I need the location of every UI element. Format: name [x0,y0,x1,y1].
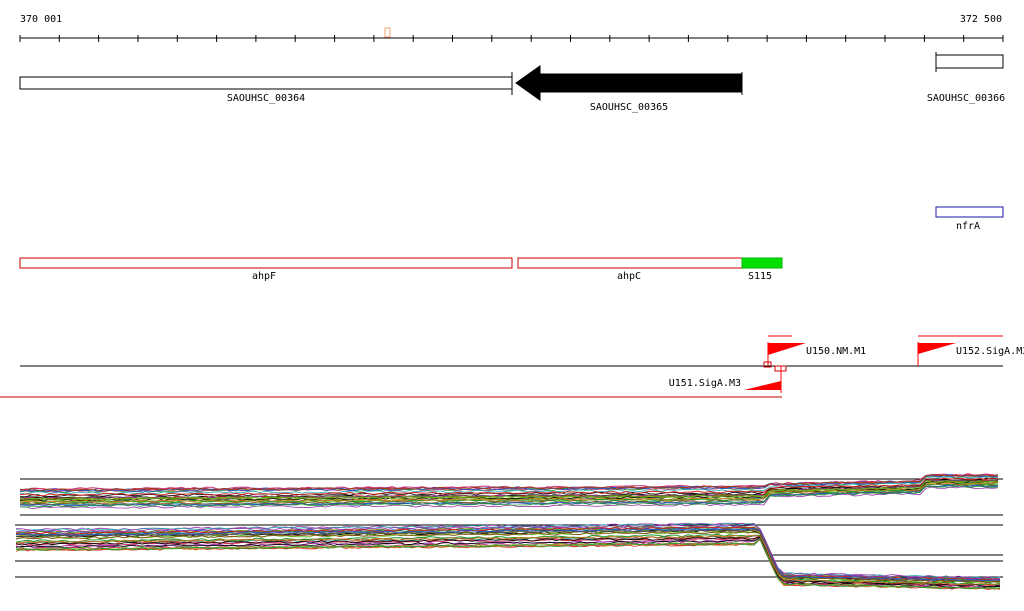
gene-track: SAOUHSC_00364 SAOUHSC_00365 SAOUHSC_0036… [19,52,1005,113]
expression-track-reverse[interactable] [15,522,1003,591]
expression-trace [15,537,1001,588]
expression-track-forward[interactable] [19,473,1003,516]
expression-lines-reverse [15,522,1001,591]
feature-track: ahpF ahpC S115 [19,257,783,282]
coordinate-ruler: 370 001 372 500 [19,14,1004,42]
ruler-start-label: 370 001 [20,14,62,25]
feature-box-ahpF[interactable] [19,257,513,269]
feature-box-S115[interactable] [741,257,783,269]
promoter-flag-U152.SigA.M3[interactable] [918,343,956,354]
feature-box-ahpC[interactable] [517,257,743,269]
regulator-track: nfrA [935,206,1004,232]
position-marker[interactable] [384,27,391,38]
gene-box-SAOUHSC_00366[interactable] [935,54,1004,69]
gene-label-SAOUHSC_00366: SAOUHSC_00366 [927,93,1005,104]
promoter-label-U151.SigA.M3: U151.SigA.M3 [669,378,741,389]
promoter-track: U150.NM.M1 U152.SigA.M3 U151.SigA.M3 [0,335,1024,398]
ruler-end-label: 372 500 [960,14,1002,25]
gene-label-SAOUHSC_00364: SAOUHSC_00364 [227,93,305,104]
gene-arrow-SAOUHSC_00365[interactable] [515,65,743,101]
regulator-label-nfrA: nfrA [956,221,980,232]
feature-label-S115: S115 [748,271,772,282]
genome-browser-view: 370 001 372 500 SAOUHSC_00364 SAOUHSC_00… [0,0,1024,611]
feature-label-ahpC: ahpC [617,271,641,282]
feature-label-ahpF: ahpF [252,271,276,282]
gene-box-SAOUHSC_00364[interactable] [19,76,513,90]
promoter-label-U150.NM.M1: U150.NM.M1 [806,346,866,357]
promoter-label-U152.SigA.M3: U152.SigA.M3 [956,346,1024,357]
gene-label-SAOUHSC_00365: SAOUHSC_00365 [590,102,668,113]
promoter-flag-U150.NM.M1[interactable] [768,343,806,355]
genome-browser-canvas: 370 001 372 500 SAOUHSC_00364 SAOUHSC_00… [0,14,1024,591]
promoter-flag-U151.SigA.M3[interactable] [744,381,781,390]
regulator-box-nfrA[interactable] [935,206,1004,218]
